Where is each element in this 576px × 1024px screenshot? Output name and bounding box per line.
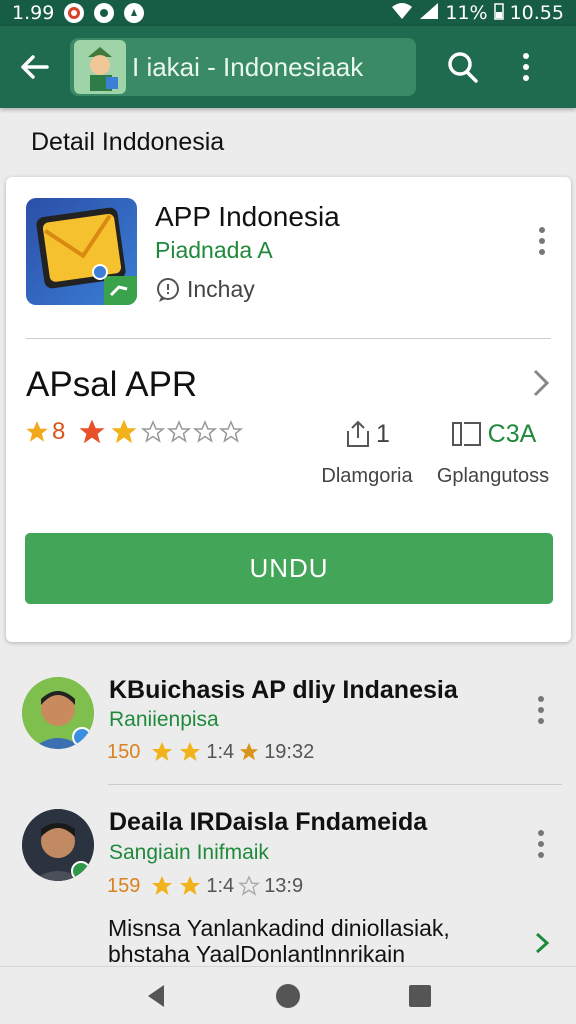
app-sub-label: Inchay <box>187 276 255 302</box>
star-icon <box>167 420 192 443</box>
review-body: Misnsa Yanlankadind diniollasiak, bhstah… <box>108 915 450 967</box>
review-more-button[interactable] <box>529 824 553 864</box>
review-title: KBuichasis AP dliy Indanesia <box>109 676 458 704</box>
nav-recents-icon <box>409 984 431 1007</box>
review-subtitle: Sangiain Inifmaik <box>109 841 269 864</box>
nav-home-button[interactable] <box>268 976 308 1016</box>
review-title: Deaila IRDaisla Fndameida <box>109 808 428 836</box>
nav-recents-button[interactable] <box>400 976 440 1016</box>
nav-back-button[interactable] <box>136 976 176 1016</box>
back-button[interactable] <box>0 26 70 108</box>
chevron-right-icon[interactable] <box>531 930 553 956</box>
install-button[interactable]: UNDU <box>25 533 553 604</box>
star-icon <box>180 876 201 895</box>
avatar[interactable] <box>22 677 94 749</box>
media-icon <box>94 3 115 23</box>
review-count: 150 <box>107 740 141 763</box>
wifi-icon <box>391 2 413 25</box>
search-button[interactable] <box>430 26 494 108</box>
nav-back-icon <box>148 984 164 1007</box>
star-icon <box>152 876 173 895</box>
review-score: 1:4 <box>206 874 235 897</box>
compare-icon <box>451 422 481 446</box>
battery-icon <box>493 2 504 25</box>
review-score: 1:4 <box>206 740 235 763</box>
rating-title: APsal APR <box>26 365 198 404</box>
app-developer[interactable]: Piadnada A <box>155 237 273 264</box>
review-more-button[interactable] <box>529 690 553 730</box>
star-icon <box>240 742 259 761</box>
app-more-button[interactable] <box>530 221 554 261</box>
stat2-value: C3A <box>487 419 537 448</box>
mascot-icon <box>74 40 126 94</box>
review-time: 19:32 <box>264 740 315 763</box>
status-bar: 1.99 11% 10.55 <box>0 0 576 26</box>
system-nav-bar <box>0 966 576 1024</box>
nav-home-icon <box>276 983 300 1008</box>
review-meta: 150 1:4 19:32 <box>107 740 314 764</box>
rating-letter: 8 <box>52 418 66 445</box>
divider <box>26 338 551 339</box>
top-app-bar: I iakai - Indonesiaak <box>0 26 576 108</box>
signal-icon <box>419 2 439 25</box>
section-title: Detail Inddonesia <box>31 128 225 156</box>
search-text: I iakai - Indonesiaak <box>132 51 364 82</box>
stat1-value: 1 <box>376 419 390 448</box>
share-icon <box>347 420 370 447</box>
star-icon <box>79 419 105 444</box>
review-subtitle: Raniienpisa <box>109 708 219 731</box>
overflow-menu-button[interactable] <box>494 26 558 108</box>
stat1-label: Dlamgoria <box>321 465 413 487</box>
search-icon <box>448 52 478 83</box>
chat-bubble-icon <box>157 277 179 302</box>
star-icon <box>111 419 137 444</box>
app-title: APP Indonesia <box>155 201 340 232</box>
battery-text: 11% <box>445 2 488 24</box>
star-icon <box>152 742 173 761</box>
app-sub-info: Inchay <box>155 276 255 303</box>
notification-icon <box>64 3 85 23</box>
search-bar[interactable]: I iakai - Indonesiaak <box>70 38 416 96</box>
star-icon <box>26 421 48 442</box>
stat-size: C3A Gplangutoss <box>431 417 555 488</box>
stat2-label: Gplangutoss <box>436 465 550 487</box>
star-icon <box>219 420 244 443</box>
divider <box>108 784 562 785</box>
rating-stars: 8 <box>24 417 244 447</box>
more-vert-icon <box>523 53 529 81</box>
app-detail-card: APP Indonesia Piadnada A Inchay APsal AP… <box>6 177 571 642</box>
star-icon <box>141 420 166 443</box>
status-left-time: 1.99 <box>12 2 55 24</box>
status-time: 10.55 <box>509 2 564 24</box>
chevron-right-icon[interactable] <box>527 367 555 399</box>
stat-downloads: 1 Dlamgoria <box>312 417 422 488</box>
review-time: 13:9 <box>264 874 304 897</box>
compass-icon <box>124 3 145 23</box>
star-icon <box>193 420 218 443</box>
avatar[interactable] <box>22 809 94 881</box>
star-icon <box>238 875 261 896</box>
review-meta: 159 1:4 13:9 <box>107 874 303 898</box>
app-icon[interactable] <box>26 198 137 305</box>
review-count: 159 <box>107 874 141 897</box>
star-icon <box>180 742 201 761</box>
back-arrow-icon <box>21 55 49 79</box>
